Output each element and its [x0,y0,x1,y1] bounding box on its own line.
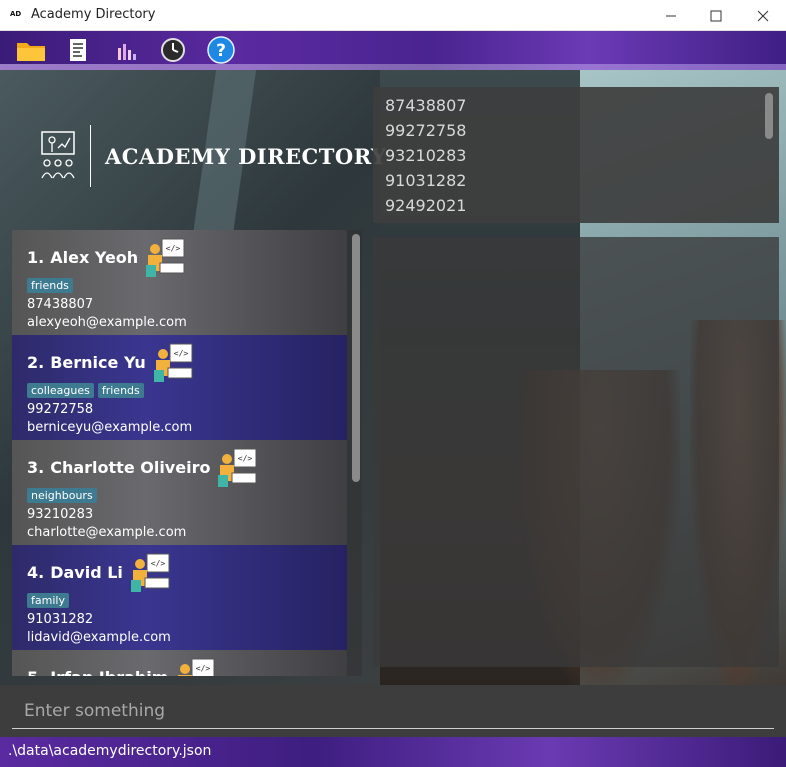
close-icon [757,10,769,21]
clock-button[interactable] [157,35,189,65]
student-coding-icon: </> [130,553,170,592]
command-input[interactable] [12,693,774,729]
result-scrollbar[interactable] [765,93,773,139]
person-email: charlotte@example.com [27,525,187,540]
svg-text:</>: </> [196,664,211,673]
status-bar: .\data\academydirectory.json [0,737,786,767]
tag-badge: colleagues [27,383,94,398]
app-icon: AD [10,10,22,18]
student-coding-icon: </> [146,238,185,277]
maximize-button[interactable] [693,0,739,31]
person-card[interactable]: 3. Charlotte Oliveiro </> neighbours 9321… [12,440,347,545]
help-icon: ? [207,36,235,64]
person-phone: 91031282 [27,612,94,627]
tag-badge: friends [97,383,144,398]
tag-badge: friends [27,278,73,293]
person-phone: 93210283 [27,507,94,522]
person-phone: 99272758 [27,402,94,417]
person-name: 3. Charlotte Oliveiro [27,457,211,477]
person-card[interactable]: 5.Irfan Ibrahim </> [12,650,347,676]
student-coding-icon: </> [178,658,215,676]
clock-icon [161,38,185,62]
svg-text:</>: </> [151,559,166,568]
person-email: alexyeoh@example.com [27,315,187,330]
chart-button[interactable] [110,35,142,65]
tag-badge: family [27,593,69,608]
result-display[interactable]: 87438807 99272758 93210283 91031282 9249… [373,87,779,223]
person-name: 5.Irfan Ibrahim [27,668,168,677]
help-button[interactable]: ? [205,35,237,65]
app-logo: ACADEMY DIRECTORY [40,125,387,187]
detail-panel [373,237,779,667]
person-name: 2. Bernice Yu [27,352,146,372]
svg-text:</>: </> [238,454,253,463]
result-line: 92492021 [385,196,467,215]
toolbar: ? [0,31,786,70]
minimize-icon [666,15,676,16]
student-coding-icon: </> [218,448,257,487]
svg-text:</>: </> [174,349,189,358]
teacher-icon [41,131,75,179]
svg-text:</>: </> [166,244,181,253]
person-list[interactable]: 1. Alex Yeoh </> friends 87438807 alexyeo… [12,230,362,676]
person-card[interactable]: 2. Bernice Yu </> colleagues friends 9927… [12,335,347,440]
title-bar: AD Academy Directory [0,0,786,31]
person-card[interactable]: 4. David Li </> family 91031282 lidavid@e… [12,545,347,650]
logo-divider [90,125,91,187]
logo-text: ACADEMY DIRECTORY [105,143,387,169]
tag-badge: neighbours [27,488,97,503]
minimize-button[interactable] [648,0,694,31]
result-line: 91031282 [385,171,467,190]
window-title: Academy Directory [31,7,156,22]
person-phone: 87438807 [27,297,94,312]
person-email: berniceyu@example.com [27,420,193,435]
person-name: 1. Alex Yeoh [27,247,139,267]
person-email: lidavid@example.com [27,630,171,645]
folder-button[interactable] [15,35,47,65]
list-scrollbar[interactable] [352,234,360,482]
close-button[interactable] [740,0,786,31]
command-box [0,685,786,737]
folder-icon [17,43,45,61]
result-line: 93210283 [385,146,467,165]
person-name: 4. David Li [27,562,123,582]
result-line: 87438807 [385,96,467,115]
result-line: 99272758 [385,121,467,140]
save-location: .\data\academydirectory.json [8,743,212,759]
person-card[interactable]: 1. Alex Yeoh </> friends 87438807 alexyeo… [12,230,347,335]
chart-icon [118,44,136,60]
document-button[interactable] [62,35,94,65]
student-coding-icon: </> [153,343,193,382]
svg-text:?: ? [216,41,226,61]
maximize-icon [710,10,722,21]
document-icon [70,39,86,61]
